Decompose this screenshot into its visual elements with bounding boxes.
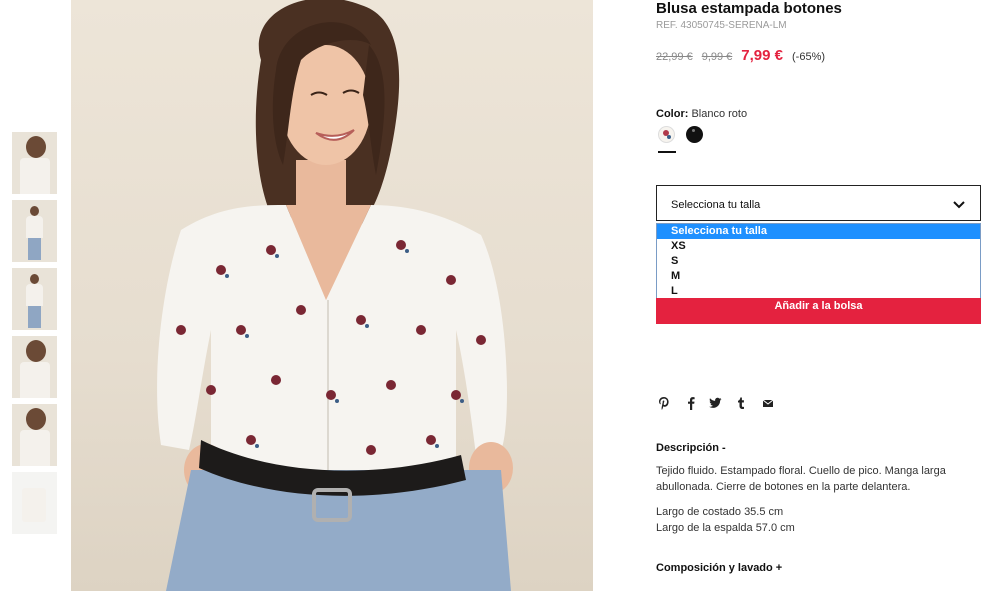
model-illustration xyxy=(157,0,513,591)
thumbnail-5[interactable] xyxy=(12,404,57,466)
size-select-value: Selecciona tu talla xyxy=(671,199,761,211)
measurements: Largo de costado 35.5 cm Largo de la esp… xyxy=(656,504,795,536)
add-to-bag-button[interactable]: Añadir a la bolsa xyxy=(656,298,981,324)
size-option-m[interactable]: M xyxy=(657,269,980,284)
measure-side-length: Largo de costado 35.5 cm xyxy=(656,506,784,518)
tumblr-icon[interactable] xyxy=(733,395,749,411)
size-option-xs[interactable]: XS xyxy=(657,239,980,254)
measure-back-length: Largo de la espalda 57.0 cm xyxy=(656,522,795,534)
description-text: Tejido fluido. Estampado floral. Cuello … xyxy=(656,465,946,493)
pinterest-icon[interactable] xyxy=(656,395,672,411)
selected-swatch-indicator xyxy=(658,151,676,153)
thumbnail-6[interactable] xyxy=(12,472,57,534)
color-label: Color: xyxy=(656,108,689,120)
description-heading[interactable]: Descripción - xyxy=(656,442,726,454)
black-swatch[interactable] xyxy=(686,126,703,143)
white-floral-swatch[interactable] xyxy=(658,126,675,143)
main-product-image[interactable] xyxy=(71,0,593,591)
product-title: Blusa estampada botones xyxy=(656,0,842,17)
size-select[interactable]: Selecciona tu talla xyxy=(656,185,981,221)
thumbnail-2[interactable] xyxy=(12,200,57,262)
twitter-icon[interactable] xyxy=(707,395,723,411)
product-reference: REF. 43050745-SERENA-LM xyxy=(656,20,787,31)
thumbnail-strip xyxy=(12,132,57,540)
size-option-placeholder[interactable]: Selecciona tu talla xyxy=(657,224,980,239)
size-dropdown-list: Selecciona tu talla XS S M L xyxy=(656,223,981,299)
price-row: 22,99 € 9,99 € 7,99 € (-65%) xyxy=(656,47,825,64)
composition-heading[interactable]: Composición y lavado + xyxy=(656,562,782,574)
thumbnail-4[interactable] xyxy=(12,336,57,398)
email-icon[interactable] xyxy=(760,395,776,411)
size-option-s[interactable]: S xyxy=(657,254,980,269)
sale-price: 7,99 € xyxy=(741,47,784,64)
original-price: 22,99 € xyxy=(656,51,693,63)
color-label-row: Color: Blanco roto xyxy=(656,108,747,120)
facebook-icon[interactable] xyxy=(683,395,699,411)
previous-price: 9,99 € xyxy=(701,51,733,63)
chevron-down-icon xyxy=(953,201,965,209)
size-option-l[interactable]: L xyxy=(657,284,980,299)
thumbnail-1[interactable] xyxy=(12,132,57,194)
color-value: Blanco roto xyxy=(691,108,748,120)
discount-badge: (-65%) xyxy=(792,51,826,63)
thumbnail-3[interactable] xyxy=(12,268,57,330)
